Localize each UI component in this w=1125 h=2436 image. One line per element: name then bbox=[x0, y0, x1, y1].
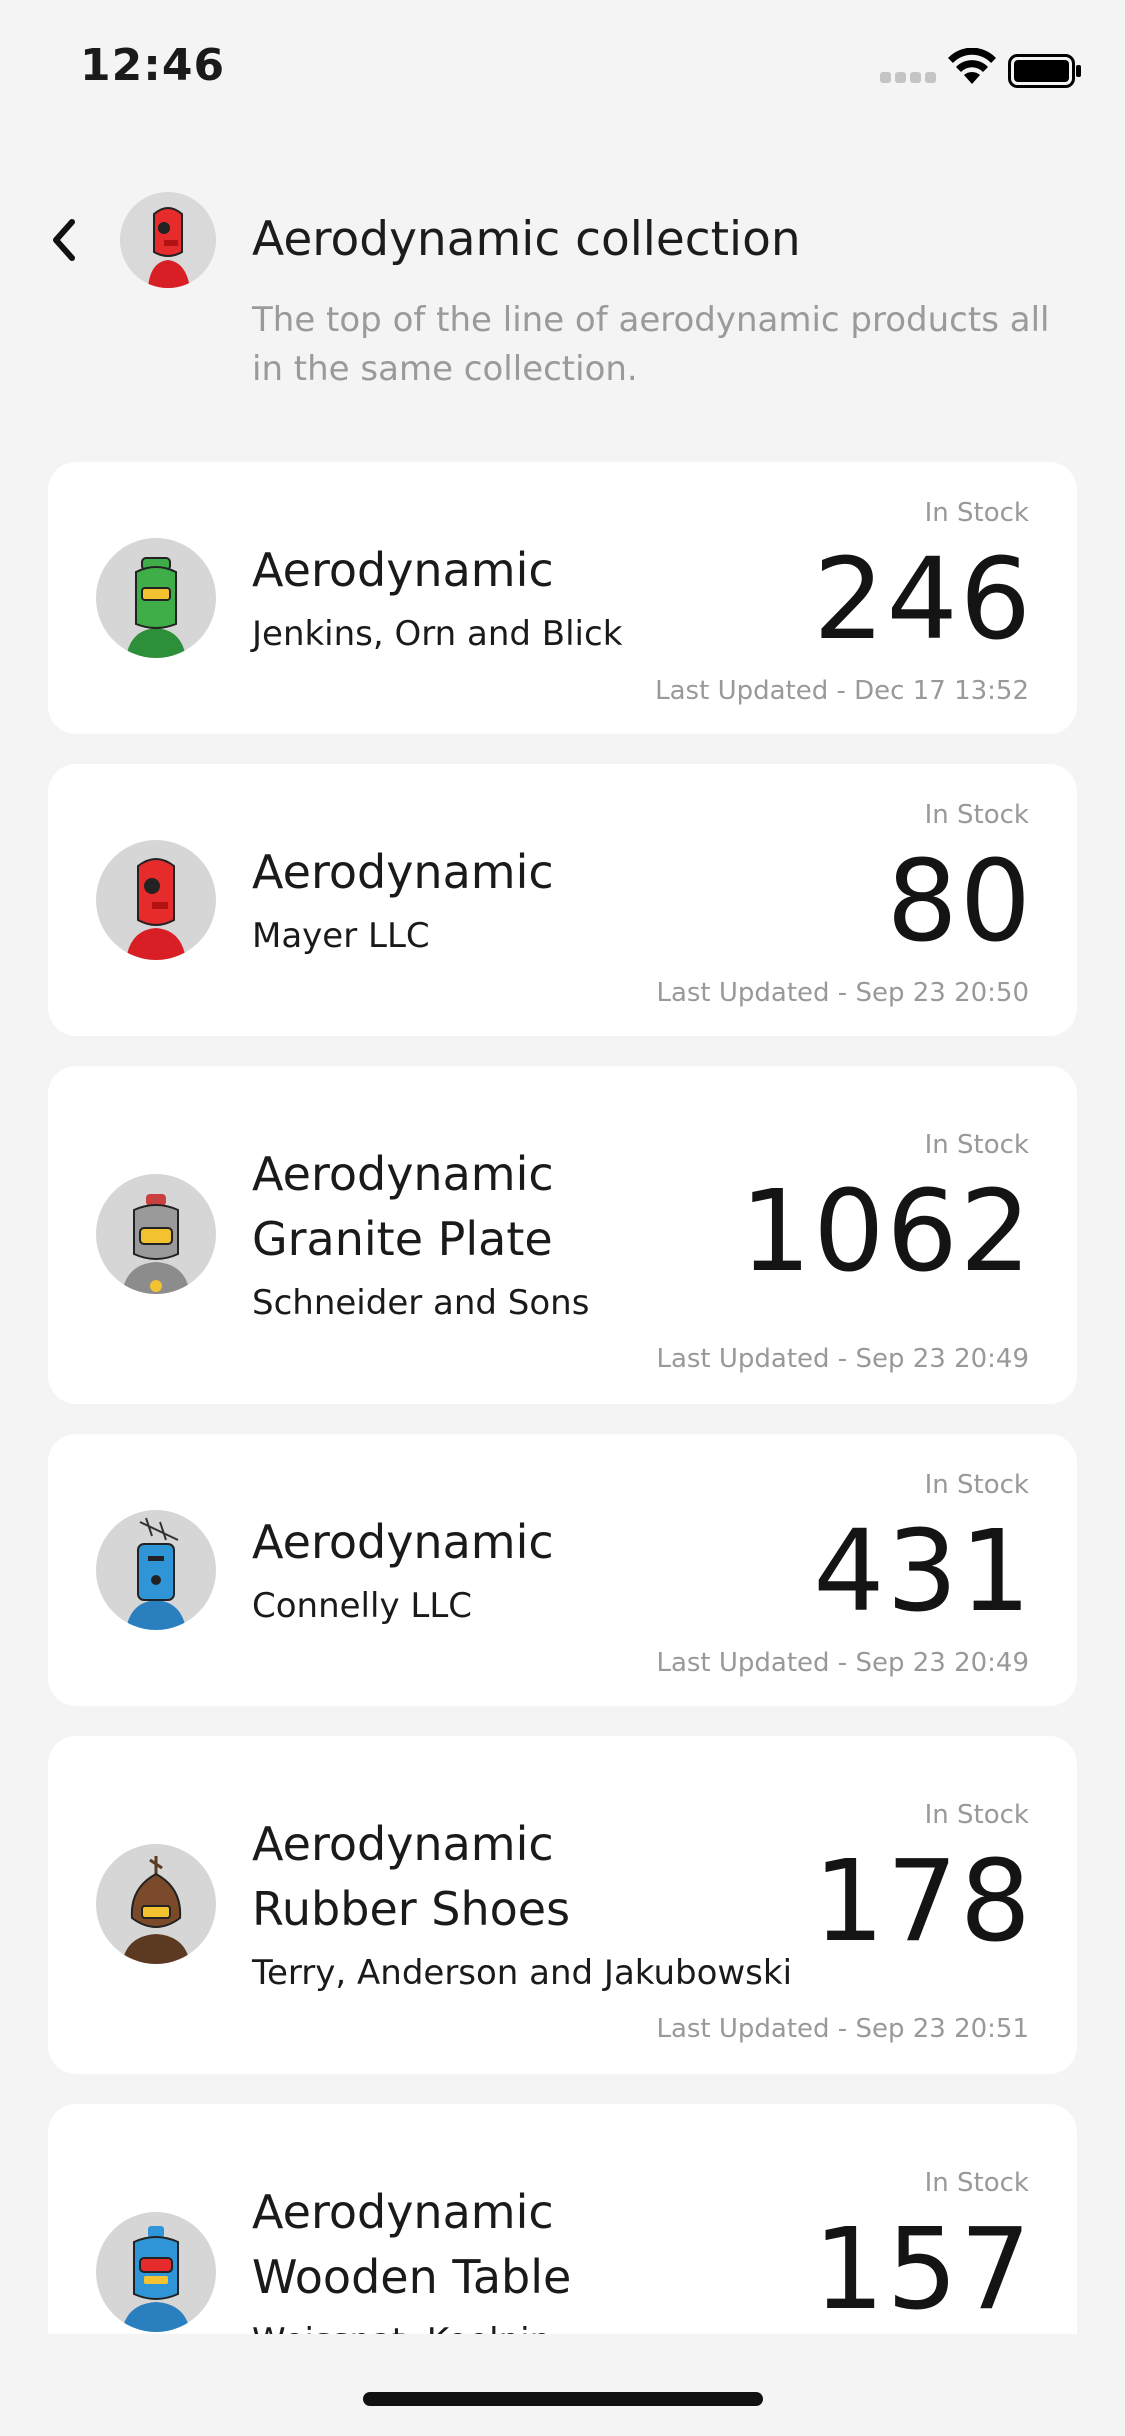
product-list: Aerodynamic Jenkins, Orn and Blick In St… bbox=[48, 462, 1077, 2334]
product-name-line2: Wooden Table bbox=[252, 2250, 572, 2304]
product-company: Schneider and Sons bbox=[252, 1283, 590, 1323]
product-name: Aerodynamic bbox=[252, 2185, 554, 2239]
last-updated: Last Updated - Sep 23 20:51 bbox=[656, 2014, 1029, 2044]
cellular-signal-icon bbox=[880, 72, 936, 84]
product-name: Aerodynamic bbox=[252, 1515, 554, 1569]
product-text: Aerodynamic Granite Plate Schneider and … bbox=[252, 1142, 589, 1328]
product-company: Connelly LLC bbox=[252, 1586, 473, 1626]
stock-count: 80 bbox=[886, 837, 1033, 967]
product-card[interactable]: Aerodynamic Wooden Table Weissnat, Koelp… bbox=[48, 2104, 1077, 2334]
product-card[interactable]: Aerodynamic Granite Plate Schneider and … bbox=[48, 1066, 1077, 1404]
in-stock-label: In Stock bbox=[924, 2168, 1029, 2198]
product-name: Aerodynamic bbox=[252, 543, 554, 597]
green-robot-icon bbox=[126, 557, 186, 658]
stock-count: 246 bbox=[813, 535, 1033, 665]
battery-icon bbox=[1008, 54, 1081, 88]
in-stock-label: In Stock bbox=[924, 1130, 1029, 1160]
product-name-line2: Granite Plate bbox=[252, 1212, 553, 1266]
product-avatar bbox=[96, 840, 216, 960]
last-updated: Last Updated - Sep 23 20:49 bbox=[656, 1344, 1029, 1374]
product-card[interactable]: Aerodynamic Connelly LLC In Stock 431 La… bbox=[48, 1434, 1077, 1706]
product-name: Aerodynamic bbox=[252, 845, 554, 899]
product-avatar bbox=[96, 538, 216, 658]
product-card[interactable]: Aerodynamic Rubber Shoes Terry, Anderson… bbox=[48, 1736, 1077, 2074]
product-name: Aerodynamic bbox=[252, 1147, 554, 1201]
product-avatar bbox=[96, 1174, 216, 1294]
product-name: Aerodynamic bbox=[252, 1817, 554, 1871]
collection-avatar bbox=[120, 192, 216, 288]
in-stock-label: In Stock bbox=[924, 800, 1029, 830]
blue-red-robot-icon bbox=[122, 2226, 190, 2332]
stock-count: 178 bbox=[813, 1837, 1033, 1967]
gray-robot-icon bbox=[122, 1194, 190, 1294]
in-stock-label: In Stock bbox=[924, 1470, 1029, 1500]
last-updated: Last Updated - Dec 17 13:52 bbox=[655, 676, 1029, 706]
product-company: Mayer LLC bbox=[252, 916, 430, 956]
product-company: Weissnat, Koelpin bbox=[252, 2316, 571, 2334]
wifi-icon bbox=[948, 48, 996, 84]
product-avatar bbox=[96, 1844, 216, 1964]
back-chevron-icon[interactable] bbox=[44, 210, 84, 270]
stock-count: 431 bbox=[813, 1507, 1033, 1637]
product-avatar bbox=[96, 1510, 216, 1630]
product-company: Terry, Anderson and Jakubowski bbox=[252, 1953, 793, 1993]
blue-robot-icon bbox=[126, 1517, 186, 1630]
product-card[interactable]: Aerodynamic Jenkins, Orn and Blick In St… bbox=[48, 462, 1077, 734]
product-text: Aerodynamic Wooden Table Weissnat, Koelp… bbox=[252, 2180, 571, 2334]
product-text: Aerodynamic Rubber Shoes Terry, Anderson… bbox=[252, 1812, 792, 1998]
product-text: Aerodynamic Connelly LLC bbox=[252, 1510, 554, 1631]
in-stock-label: In Stock bbox=[924, 498, 1029, 528]
product-card[interactable]: Aerodynamic Mayer LLC In Stock 80 Last U… bbox=[48, 764, 1077, 1036]
last-updated: Last Updated - Sep 23 20:49 bbox=[656, 1648, 1029, 1678]
status-time: 12:46 bbox=[80, 40, 226, 91]
product-text: Aerodynamic Mayer LLC bbox=[252, 840, 554, 961]
last-updated: Last Updated - Sep 23 20:50 bbox=[656, 978, 1029, 1008]
product-company: Jenkins, Orn and Blick bbox=[252, 614, 623, 654]
stock-count: 157 bbox=[813, 2205, 1033, 2334]
page-title: Aerodynamic collection bbox=[252, 212, 801, 267]
product-avatar bbox=[96, 2212, 216, 2332]
home-indicator[interactable] bbox=[363, 2392, 763, 2406]
status-bar: 12:46 bbox=[0, 0, 1125, 140]
robot-icon bbox=[148, 207, 190, 288]
red-robot-icon bbox=[126, 858, 186, 960]
brown-robot-icon bbox=[122, 1856, 190, 1964]
product-name-line2: Rubber Shoes bbox=[252, 1882, 571, 1936]
product-text: Aerodynamic Jenkins, Orn and Blick bbox=[252, 538, 622, 659]
in-stock-label: In Stock bbox=[924, 1800, 1029, 1830]
screen: 12:46 Aerodynamic collection The top of … bbox=[0, 0, 1125, 2436]
stock-count: 1062 bbox=[739, 1167, 1033, 1297]
page-description: The top of the line of aerodynamic produ… bbox=[252, 300, 1050, 389]
